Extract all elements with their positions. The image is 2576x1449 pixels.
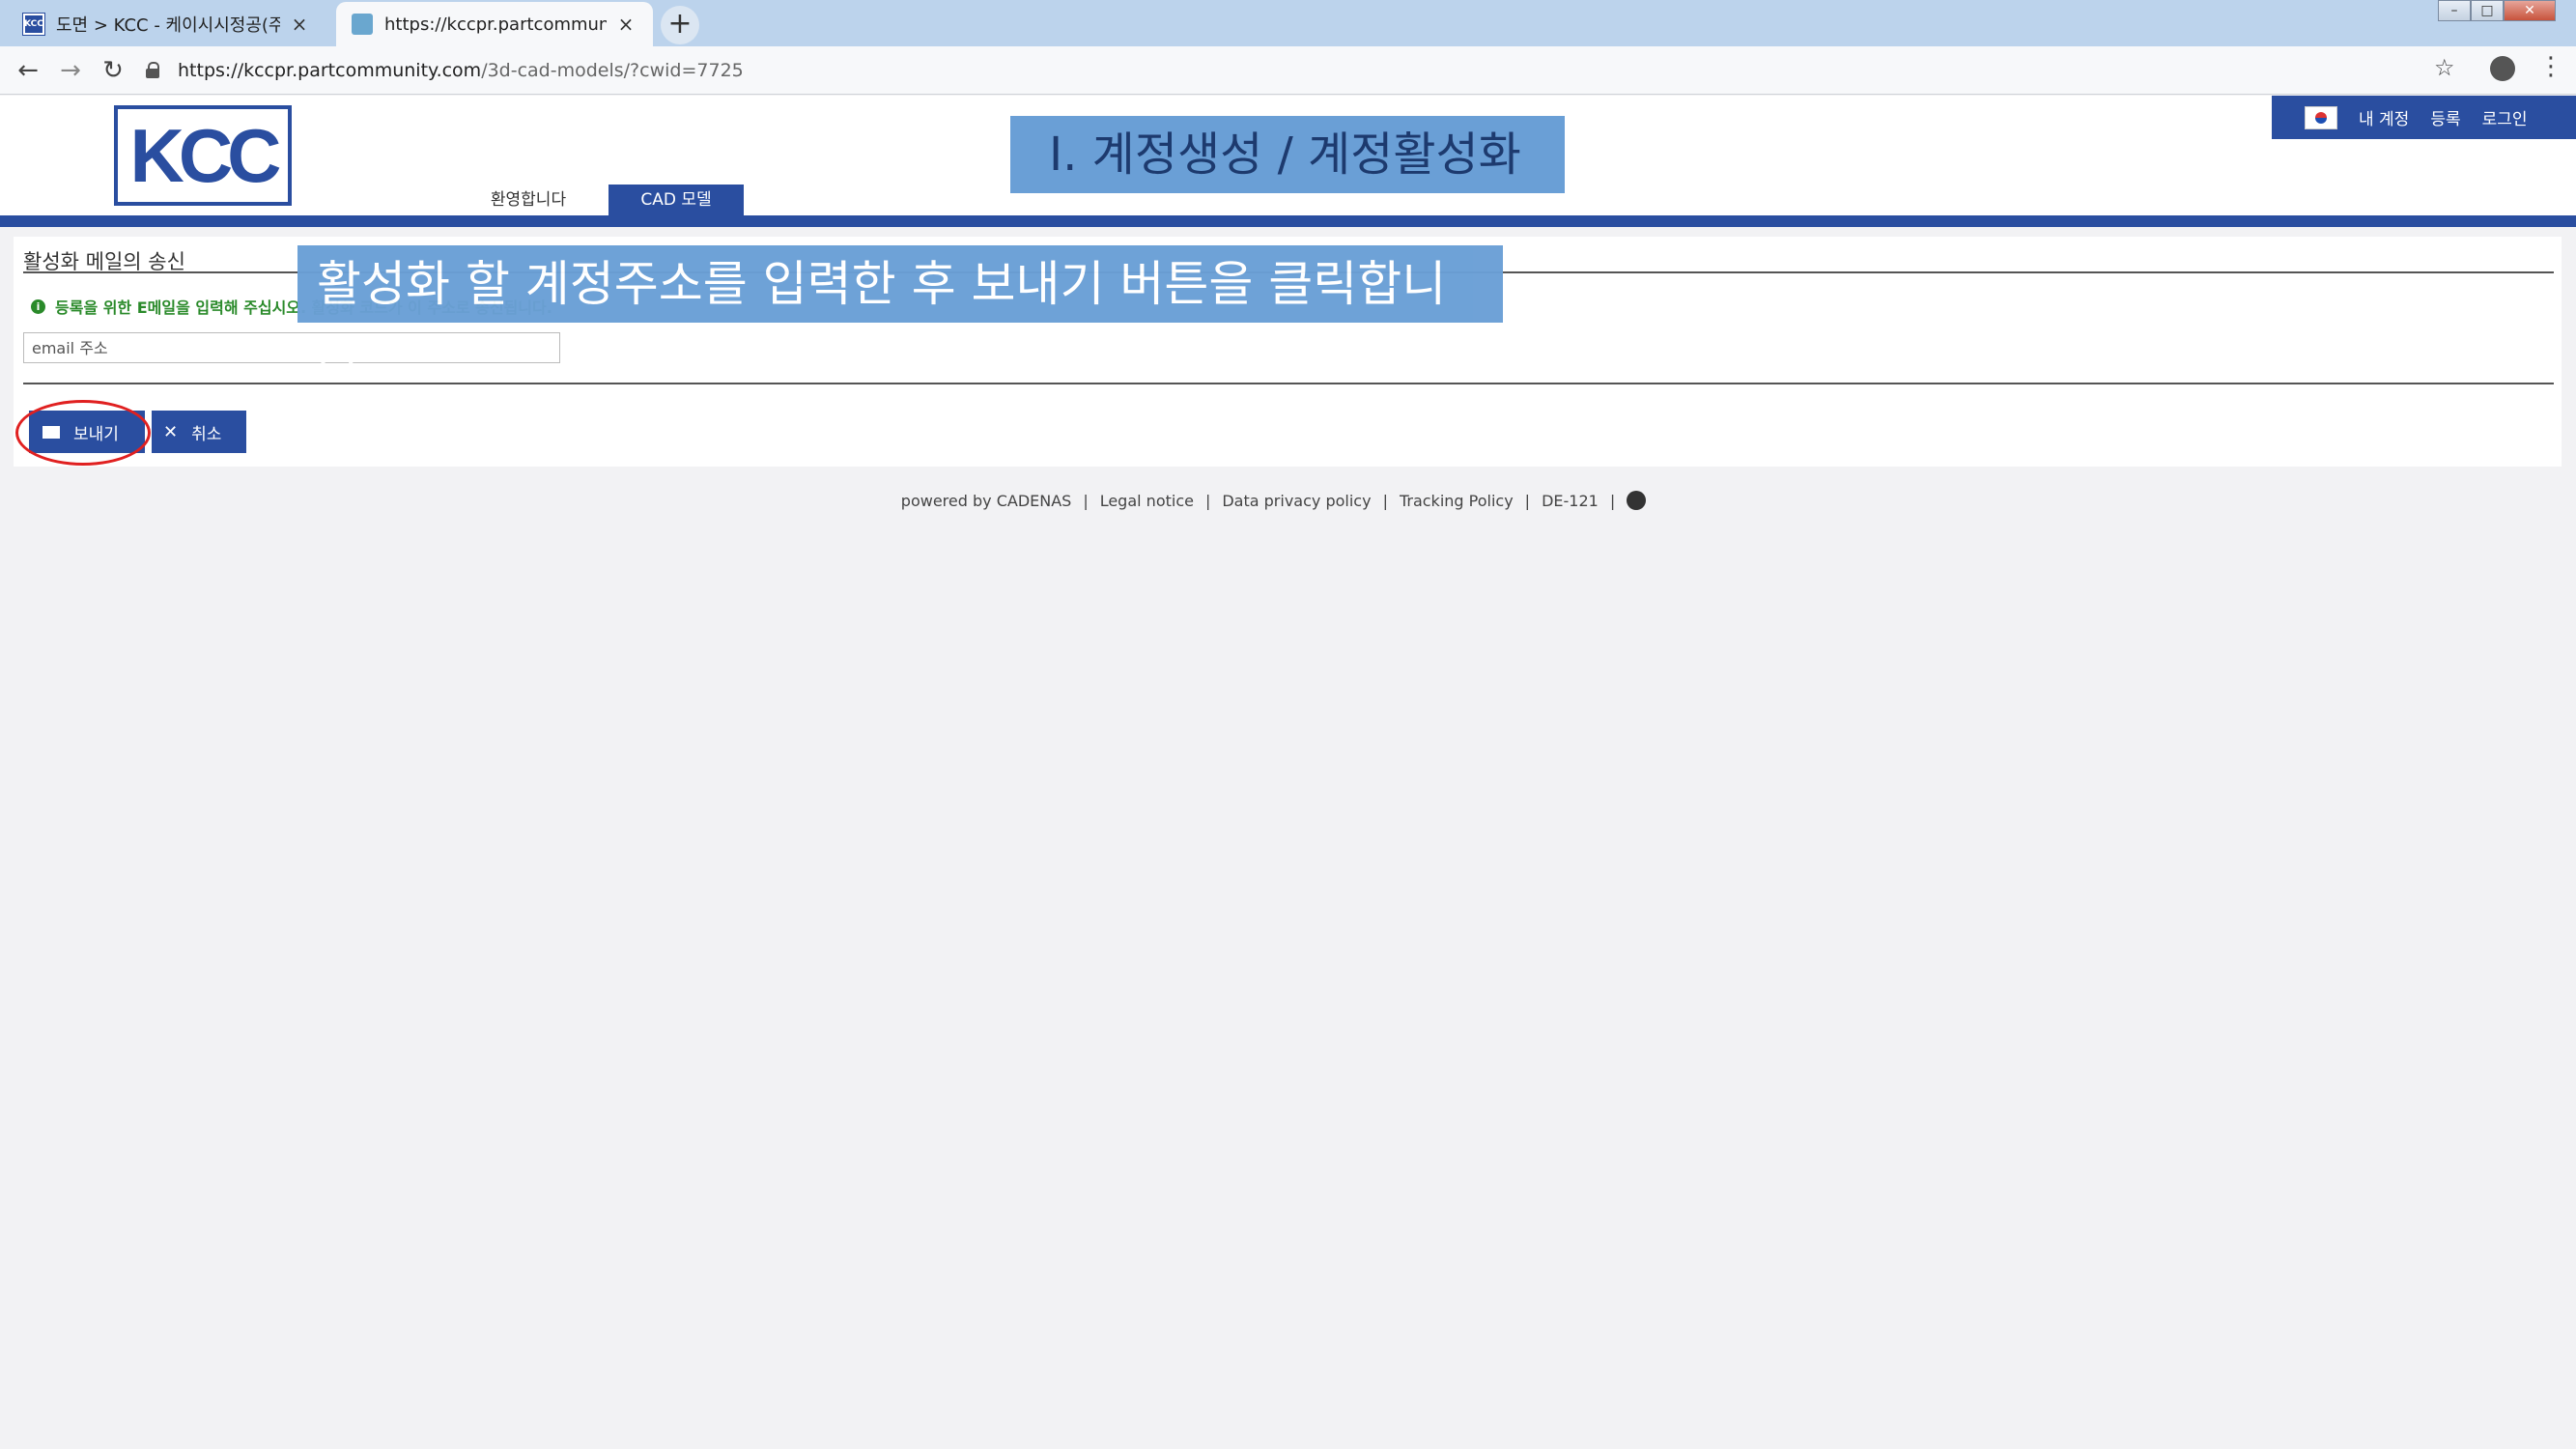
powered-by-text: powered by CADENAS xyxy=(900,491,1072,510)
url-field[interactable]: https://kccpr.partcommunity.com/3d-cad-m… xyxy=(145,54,2444,87)
lock-icon xyxy=(145,62,162,79)
separator: | xyxy=(1524,491,1531,510)
my-account-link[interactable]: 내 계정 xyxy=(2359,105,2409,129)
register-link[interactable]: 등록 xyxy=(2430,105,2460,129)
bookmark-star-icon[interactable]: ☆ xyxy=(2434,54,2455,81)
email-field[interactable] xyxy=(23,332,560,363)
new-tab-button[interactable]: + xyxy=(661,6,699,44)
kcc-favicon-icon: KCC xyxy=(22,13,45,36)
nav-tab-welcome[interactable]: 환영합니다 xyxy=(462,185,595,215)
info-icon: i xyxy=(31,298,45,314)
browser-tab-partcommunity[interactable]: https://kccpr.partcommunity.com × xyxy=(336,2,653,46)
browser-tab-kcc[interactable]: KCC 도면 > KCC - 케이시시정공(주) × xyxy=(8,2,326,46)
separator: | xyxy=(1609,491,1616,510)
maximize-button[interactable]: □ xyxy=(2471,0,2504,21)
header-divider xyxy=(0,215,2576,227)
reload-icon[interactable]: ↻ xyxy=(97,54,129,87)
tracking-policy-link[interactable]: Tracking Policy xyxy=(1400,492,1514,510)
close-icon[interactable]: × xyxy=(288,13,311,36)
separator: | xyxy=(1204,491,1211,510)
back-icon[interactable]: ← xyxy=(12,54,44,87)
close-icon: ✕ xyxy=(163,421,179,442)
browser-menu-icon[interactable]: ⋮ xyxy=(2538,52,2563,81)
close-icon[interactable]: × xyxy=(614,13,637,36)
globe-icon[interactable] xyxy=(1627,491,1647,510)
forward-icon[interactable]: → xyxy=(54,54,87,87)
minimize-button[interactable]: – xyxy=(2438,0,2471,21)
close-window-button[interactable]: ✕ xyxy=(2504,0,2556,21)
legal-notice-link[interactable]: Legal notice xyxy=(1100,492,1194,510)
kcc-logo[interactable]: KCC xyxy=(114,105,292,206)
separator: | xyxy=(1382,491,1388,510)
nav-tab-cad-models[interactable]: CAD 모델 xyxy=(609,185,744,215)
section-title-banner: Ⅰ. 계정생성 / 계정활성화 xyxy=(1010,116,1565,193)
profile-avatar-icon[interactable] xyxy=(2490,56,2515,81)
address-bar: ← → ↻ https://kccpr.partcommunity.com/3d… xyxy=(0,46,2576,95)
cancel-label: 취소 xyxy=(191,424,222,444)
separator: | xyxy=(1083,491,1089,510)
login-link[interactable]: 로그인 xyxy=(2482,105,2528,129)
instruction-banner: 활성화 할 계정주소를 입력한 후 보내기 버튼을 클릭합니다. xyxy=(297,245,1503,389)
user-bar: 내 계정 등록 로그인 xyxy=(2272,96,2576,139)
page-footer: powered by CADENAS | Legal notice | Data… xyxy=(0,491,2576,510)
server-code: DE-121 xyxy=(1542,491,1599,510)
divider xyxy=(23,383,2554,384)
tab-title: https://kccpr.partcommunity.com xyxy=(384,14,607,35)
cancel-button[interactable]: ✕ 취소 xyxy=(152,411,246,453)
tab-title: 도면 > KCC - 케이시시정공(주) xyxy=(56,15,280,36)
page-favicon-icon xyxy=(352,14,373,35)
korea-flag-icon[interactable] xyxy=(2305,105,2337,129)
browser-tabstrip: KCC 도면 > KCC - 케이시시정공(주) × https://kccpr… xyxy=(0,0,2576,46)
highlight-circle xyxy=(15,400,151,466)
url-text: https://kccpr.partcommunity.com/3d-cad-m… xyxy=(178,60,744,81)
privacy-policy-link[interactable]: Data privacy policy xyxy=(1222,492,1371,510)
